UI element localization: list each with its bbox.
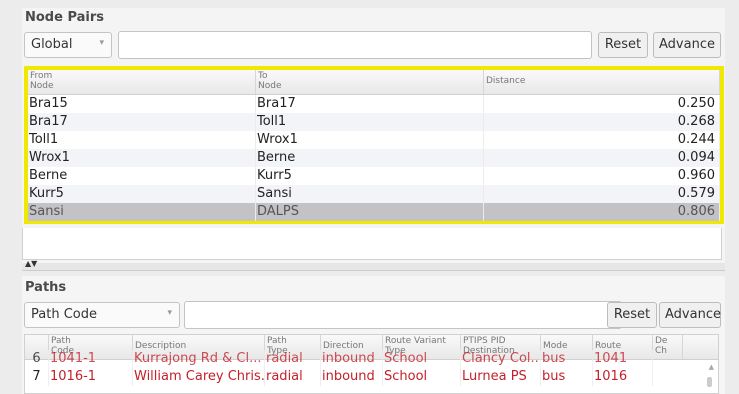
cell-from: Sansi: [28, 203, 256, 221]
table-row[interactable]: Wrox1 Berne 0.094: [28, 149, 720, 167]
cell-route: 1016: [593, 368, 653, 386]
cell-distance: 0.579: [484, 185, 720, 203]
cell-code: 1041-1: [49, 350, 133, 368]
cell-to: Sansi: [256, 185, 484, 203]
cell-description: Kurrajong Rd & Cl...: [133, 350, 265, 368]
cell-to: Berne: [256, 149, 484, 167]
cell-description: William Carey Chris...: [134, 368, 265, 386]
scroll-up-icon[interactable]: ▲: [709, 363, 714, 371]
cell-distance: 0.250: [484, 95, 720, 113]
column-distance[interactable]: Distance: [484, 70, 720, 94]
node-pairs-table: From Node To Node Distance Bra15 Bra17 0.2…: [24, 66, 724, 224]
cell-idx: 6: [25, 350, 49, 368]
table-empty-area: [22, 228, 722, 260]
cell-from: Toll1: [28, 131, 256, 149]
cell-type: radial: [265, 368, 321, 386]
cell-distance: 0.268: [484, 113, 720, 131]
paths-panel: Paths Path Code ▾ Reset Advance Path Cod…: [22, 276, 725, 394]
path-field-select-value: Path Code: [31, 307, 97, 322]
table-row[interactable]: Kurr5 Sansi 0.579: [28, 185, 720, 203]
table-row[interactable]: Bra15 Bra17 0.250: [28, 95, 720, 113]
table-row[interactable]: 7 1016-1 William Carey Chris... radial inbou…: [25, 368, 718, 386]
reset-button[interactable]: Reset: [598, 32, 648, 58]
table-row[interactable]: Toll1 Wrox1 0.244: [28, 131, 720, 149]
cell-variant: School: [383, 350, 461, 368]
column-label: Route Variant: [385, 336, 446, 346]
paths-title: Paths: [25, 280, 67, 295]
table-row[interactable]: Berne Kurr5 0.960: [28, 167, 720, 185]
chevron-down-icon: ▾: [167, 308, 172, 318]
cell-destination: Clancy Col...: [462, 350, 541, 368]
cell-from: Berne: [28, 167, 256, 185]
advance-button[interactable]: Advance: [653, 32, 721, 58]
table-row[interactable]: 6 1041-1 Kurrajong Rd & Cl... radial inbound…: [25, 350, 718, 368]
column-from-node[interactable]: From Node: [28, 70, 256, 94]
collapse-arrows-icon[interactable]: ▲▼: [25, 259, 37, 268]
scope-select[interactable]: Global ▾: [24, 32, 112, 58]
cell-variant: School: [383, 368, 461, 386]
table-row[interactable]: Sansi DALPS 0.806: [28, 203, 720, 221]
cell-mode: bus: [541, 350, 593, 368]
node-pairs-rows: Bra15 Bra17 0.250 Bra17 Toll1 0.268 Toll1 Wrox1…: [28, 95, 720, 221]
cell-type: radial: [265, 350, 321, 368]
paths-filter-input[interactable]: [184, 301, 622, 329]
scrollbar-thumb[interactable]: [707, 377, 712, 387]
cell-to: Kurr5: [256, 167, 484, 185]
cell-distance: 0.960: [484, 167, 720, 185]
cell-to: Wrox1: [256, 131, 484, 149]
paths-table: Path Code Description Path Type Directio…: [24, 334, 719, 394]
cell-distance: 0.094: [484, 149, 720, 167]
paths-advance-button[interactable]: Advance: [659, 302, 721, 328]
paths-reset-button[interactable]: Reset: [607, 302, 657, 328]
cell-to: Bra17: [256, 95, 484, 113]
cell-route: 1041: [593, 350, 653, 368]
cell-distance: 0.806: [484, 203, 720, 221]
chevron-down-icon: ▾: [99, 38, 104, 48]
column-label: To: [258, 71, 268, 81]
column-label: Path: [51, 336, 71, 346]
column-label: De: [655, 336, 668, 346]
table-row[interactable]: Bra17 Toll1 0.268: [28, 113, 720, 131]
cell-from: Wrox1: [28, 149, 256, 167]
cell-to: DALPS: [256, 203, 484, 221]
column-label: Node: [30, 81, 54, 91]
column-label: Path: [267, 336, 287, 346]
paths-rows: 6 1041-1 Kurrajong Rd & Cl... radial inbound…: [25, 350, 718, 386]
cell-direction: inbound: [321, 368, 383, 386]
cell-destination: Lurnea PS: [461, 368, 541, 386]
cell-idx: 7: [25, 368, 49, 386]
cell-direction: inbound: [321, 350, 383, 368]
cell-from: Bra17: [28, 113, 256, 131]
node-pairs-title: Node Pairs: [25, 10, 105, 25]
column-to-node[interactable]: To Node: [256, 70, 484, 94]
cell-mode: bus: [541, 368, 593, 386]
path-field-select[interactable]: Path Code ▾: [24, 302, 180, 328]
column-label: PTIPS PID: [463, 336, 506, 346]
column-label: Node: [258, 81, 282, 91]
cell-code: 1016-1: [49, 368, 133, 386]
cell-distance: 0.244: [484, 131, 720, 149]
scope-select-value: Global: [31, 37, 73, 52]
table-header: From Node To Node Distance: [28, 70, 720, 95]
node-filter-input[interactable]: [118, 31, 592, 59]
cell-to: Toll1: [256, 113, 484, 131]
cell-from: Bra15: [28, 95, 256, 113]
node-pairs-panel: Node Pairs Global ▾ Reset Advance From N…: [22, 8, 725, 263]
panel-splitter[interactable]: ▲▼: [22, 259, 725, 271]
column-label: From: [30, 71, 53, 81]
cell-from: Kurr5: [28, 185, 256, 203]
